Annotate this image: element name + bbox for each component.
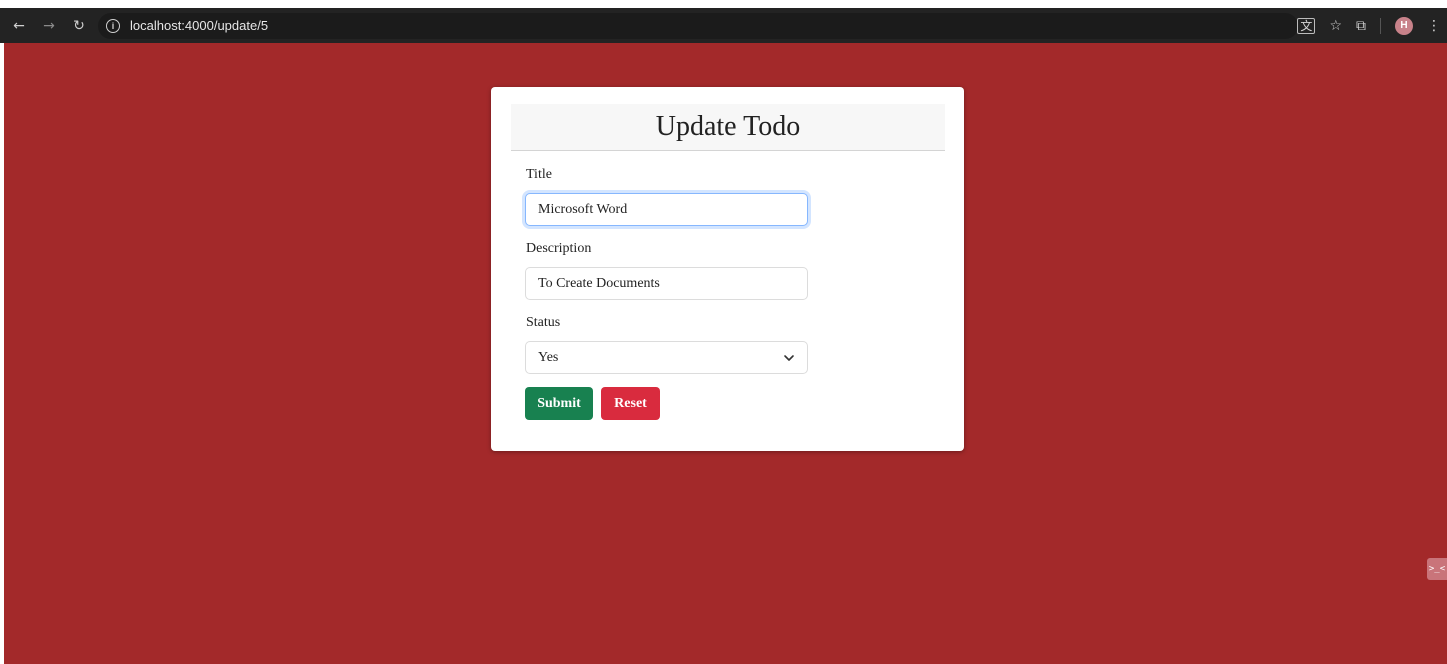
devtools-side-tab[interactable]: >_< xyxy=(1427,558,1447,580)
star-icon[interactable]: ☆ xyxy=(1329,18,1342,34)
browser-toolbar: ← → ↻ i localhost:4000/update/5 文 ☆ ⧉ H … xyxy=(0,8,1447,43)
page-background: Update Todo Title Description Status Yes… xyxy=(4,43,1447,664)
submit-button[interactable]: Submit xyxy=(525,387,593,420)
update-todo-card: Update Todo Title Description Status Yes… xyxy=(491,87,964,451)
description-label: Description xyxy=(526,241,592,256)
status-select[interactable]: Yes xyxy=(525,341,808,374)
chevron-down-icon xyxy=(784,354,794,361)
translate-icon[interactable]: 文 xyxy=(1297,17,1316,34)
forward-arrow-icon[interactable]: → xyxy=(38,15,60,37)
toolbar-actions: 文 ☆ ⧉ H ⋮ xyxy=(1297,8,1441,43)
puzzle-icon[interactable]: ⧉ xyxy=(1356,18,1366,34)
toolbar-divider xyxy=(1380,17,1381,34)
page-title: Update Todo xyxy=(655,111,801,142)
kebab-menu-icon[interactable]: ⋮ xyxy=(1427,18,1441,34)
title-input[interactable] xyxy=(525,193,808,226)
description-input[interactable] xyxy=(525,267,808,300)
profile-avatar[interactable]: H xyxy=(1395,16,1413,35)
reset-button[interactable]: Reset xyxy=(601,387,660,420)
back-arrow-icon[interactable]: ← xyxy=(8,15,30,37)
address-bar[interactable]: i localhost:4000/update/5 xyxy=(98,12,1298,39)
reload-icon[interactable]: ↻ xyxy=(68,15,90,37)
status-selected-value: Yes xyxy=(538,349,559,365)
info-icon[interactable]: i xyxy=(106,18,120,33)
url-text: localhost:4000/update/5 xyxy=(130,18,269,33)
status-label: Status xyxy=(526,315,561,330)
card-header: Update Todo xyxy=(511,104,945,151)
title-label: Title xyxy=(526,167,552,182)
